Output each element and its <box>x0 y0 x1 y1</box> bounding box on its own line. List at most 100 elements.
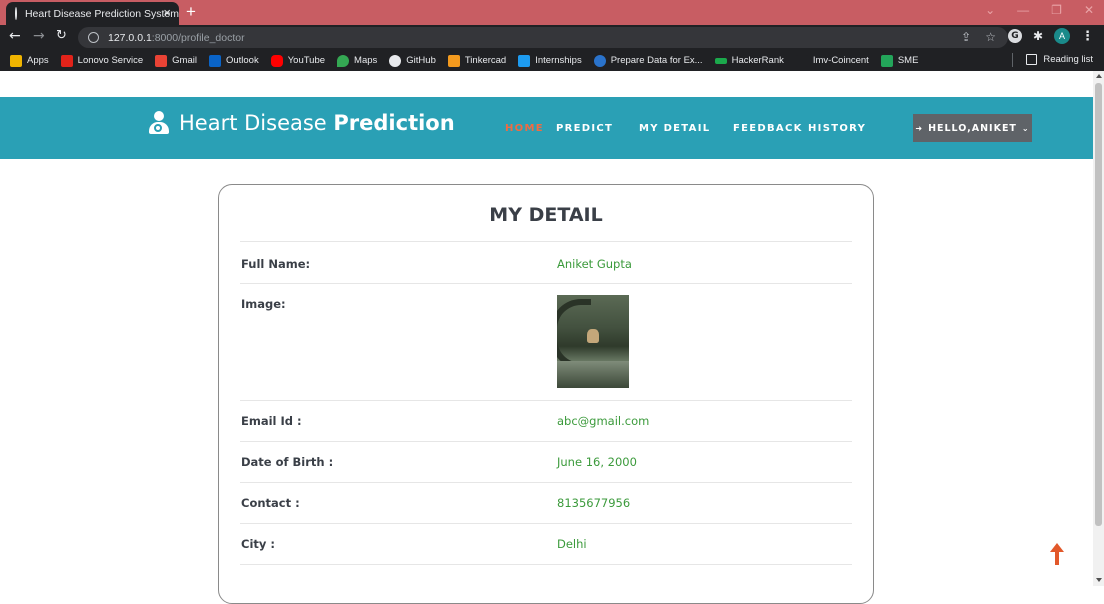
site-info-icon[interactable] <box>88 32 99 43</box>
nav-feedback[interactable]: FEEDBACK <box>733 123 803 134</box>
close-window-icon[interactable]: ✕ <box>1084 3 1094 17</box>
bookmark-gmail[interactable]: Gmail <box>155 54 197 67</box>
dob-value: June 16, 2000 <box>557 455 637 469</box>
email-value: abc@gmail.com <box>557 414 650 428</box>
omnibox[interactable]: 127.0.0.1:8000/profile_doctor ⇪ ☆ <box>78 27 1008 48</box>
bookmark-label: Outlook <box>225 55 259 66</box>
bookmark-outlook[interactable]: Outlook <box>208 54 259 67</box>
back-icon[interactable]: ← <box>9 28 21 44</box>
share-icon[interactable]: ⇪ <box>961 30 971 44</box>
omnibox-actions: ⇪ ☆ <box>961 30 996 44</box>
bookmark-youtube[interactable]: YouTube <box>270 54 326 67</box>
row-divider <box>240 441 852 442</box>
maps-icon <box>337 54 350 67</box>
page-top-spacer <box>0 71 1093 97</box>
apps-grid-icon <box>10 54 22 67</box>
contact-value: 8135677956 <box>557 496 631 510</box>
url-host: 127.0.0.1 <box>108 31 152 44</box>
bookmark-label: Gmail <box>172 55 197 66</box>
browser-menu-icon[interactable]: ⋮ <box>1081 29 1094 44</box>
site-navbar: Heart Disease Prediction HOME PREDICT MY… <box>0 97 1093 159</box>
full-name-value: Aniket Gupta <box>557 257 632 271</box>
bookmark-label: YouTube <box>287 55 326 66</box>
bookmark-maps[interactable]: Maps <box>337 54 378 67</box>
bookmark-coursera[interactable]: Prepare Data for Ex... <box>593 54 703 67</box>
new-tab-button[interactable]: + <box>186 2 196 22</box>
back-to-top-icon[interactable] <box>1050 543 1064 565</box>
grammarly-extension-icon[interactable]: G <box>1007 29 1022 43</box>
nav-history[interactable]: HISTORY <box>808 123 866 134</box>
profile-image <box>557 295 629 388</box>
restore-icon[interactable]: ❐ <box>1051 3 1062 17</box>
bookmark-github[interactable]: GitHub <box>389 54 436 67</box>
page-scrollbar[interactable] <box>1093 71 1104 586</box>
site-logo[interactable]: Heart Disease Prediction <box>148 111 455 135</box>
user-menu-button[interactable]: ➜ HELLO,ANIKET ⌄ <box>913 114 1032 142</box>
reading-list-label: Reading list <box>1043 54 1093 65</box>
sme-icon <box>880 54 893 67</box>
bookmark-label: HackerRank <box>731 55 784 66</box>
bookmark-lenovo[interactable]: Lonovo Service <box>60 54 144 67</box>
github-icon <box>389 54 402 67</box>
chevron-down-icon: ⌄ <box>1021 123 1030 133</box>
nav-predict[interactable]: PREDICT <box>556 123 613 134</box>
url-path: :8000/profile_doctor <box>151 31 245 44</box>
brand-bold: Prediction <box>333 111 455 135</box>
row-divider <box>240 283 852 284</box>
row-divider <box>240 400 852 401</box>
row-divider <box>240 523 852 524</box>
row-divider <box>240 482 852 483</box>
bookmark-label: Imv-Coincent <box>812 55 869 66</box>
row-divider <box>240 241 852 242</box>
nav-home[interactable]: HOME <box>505 123 544 134</box>
brand-light: Heart Disease <box>179 111 334 135</box>
bookmark-label: Lonovo Service <box>77 55 144 66</box>
bookmark-star-icon[interactable]: ☆ <box>985 30 996 44</box>
profile-avatar[interactable]: A <box>1054 28 1070 44</box>
browser-tab-strip: Heart Disease Prediction System × + ⌄ — … <box>0 0 1104 25</box>
globe-icon <box>15 7 24 20</box>
image-label: Image: <box>241 297 286 311</box>
full-name-label: Full Name: <box>241 257 311 271</box>
nav-my-detail[interactable]: MY DETAIL <box>639 123 710 134</box>
profile-card: MY DETAIL Full Name: Aniket Gupta Image:… <box>218 184 874 604</box>
scroll-up-arrow-icon[interactable] <box>1096 74 1102 78</box>
bookmark-label: GitHub <box>406 55 436 66</box>
outlook-icon <box>208 54 221 67</box>
scrollbar-thumb[interactable] <box>1095 83 1102 526</box>
tab-search-icon[interactable]: ⌄ <box>985 3 995 17</box>
bookmark-apps[interactable]: Apps <box>10 54 49 67</box>
extensions-area: G ✱ A ⋮ <box>1007 28 1094 44</box>
tinkercad-icon <box>447 54 460 67</box>
gmail-icon <box>155 54 168 67</box>
bookmarks-divider <box>1012 53 1014 67</box>
bookmark-label: Internships <box>535 55 582 66</box>
lenovo-icon <box>60 54 73 67</box>
tab-title: Heart Disease Prediction System <box>24 7 179 20</box>
user-greeting: HELLO,ANIKET <box>928 122 1017 134</box>
dob-label: Date of Birth : <box>241 455 334 469</box>
reading-list-button[interactable]: Reading list <box>1012 53 1093 67</box>
page-title: MY DETAIL <box>489 204 603 226</box>
bookmark-label: Prepare Data for Ex... <box>610 55 703 66</box>
close-tab-icon[interactable]: × <box>163 5 171 20</box>
blank-page-icon <box>795 54 808 67</box>
brand-name: Heart Disease Prediction <box>179 111 455 135</box>
minimize-icon[interactable]: — <box>1017 3 1029 17</box>
bookmark-tinkercad[interactable]: Tinkercad <box>447 54 507 67</box>
address-bar-row: ← → ↻ 127.0.0.1:8000/profile_doctor ⇪ ☆ … <box>0 25 1104 50</box>
browser-tab[interactable]: Heart Disease Prediction System × <box>6 2 179 25</box>
youtube-icon <box>270 54 283 67</box>
extensions-puzzle-icon[interactable]: ✱ <box>1033 29 1043 43</box>
bookmark-sme[interactable]: SME <box>880 54 918 67</box>
bookmark-imv-coincent[interactable]: Imv-Coincent <box>795 54 869 67</box>
forward-icon[interactable]: → <box>33 28 45 44</box>
bookmark-hackerrank[interactable]: HackerRank <box>714 55 784 66</box>
bookmark-label: Maps <box>354 55 378 66</box>
coursera-icon <box>593 54 606 67</box>
bookmark-label: Tinkercad <box>464 55 507 66</box>
scroll-down-arrow-icon[interactable] <box>1096 578 1102 582</box>
reload-icon[interactable]: ↻ <box>56 28 67 43</box>
email-label: Email Id : <box>241 414 302 428</box>
bookmark-internships[interactable]: Internships <box>518 54 582 67</box>
